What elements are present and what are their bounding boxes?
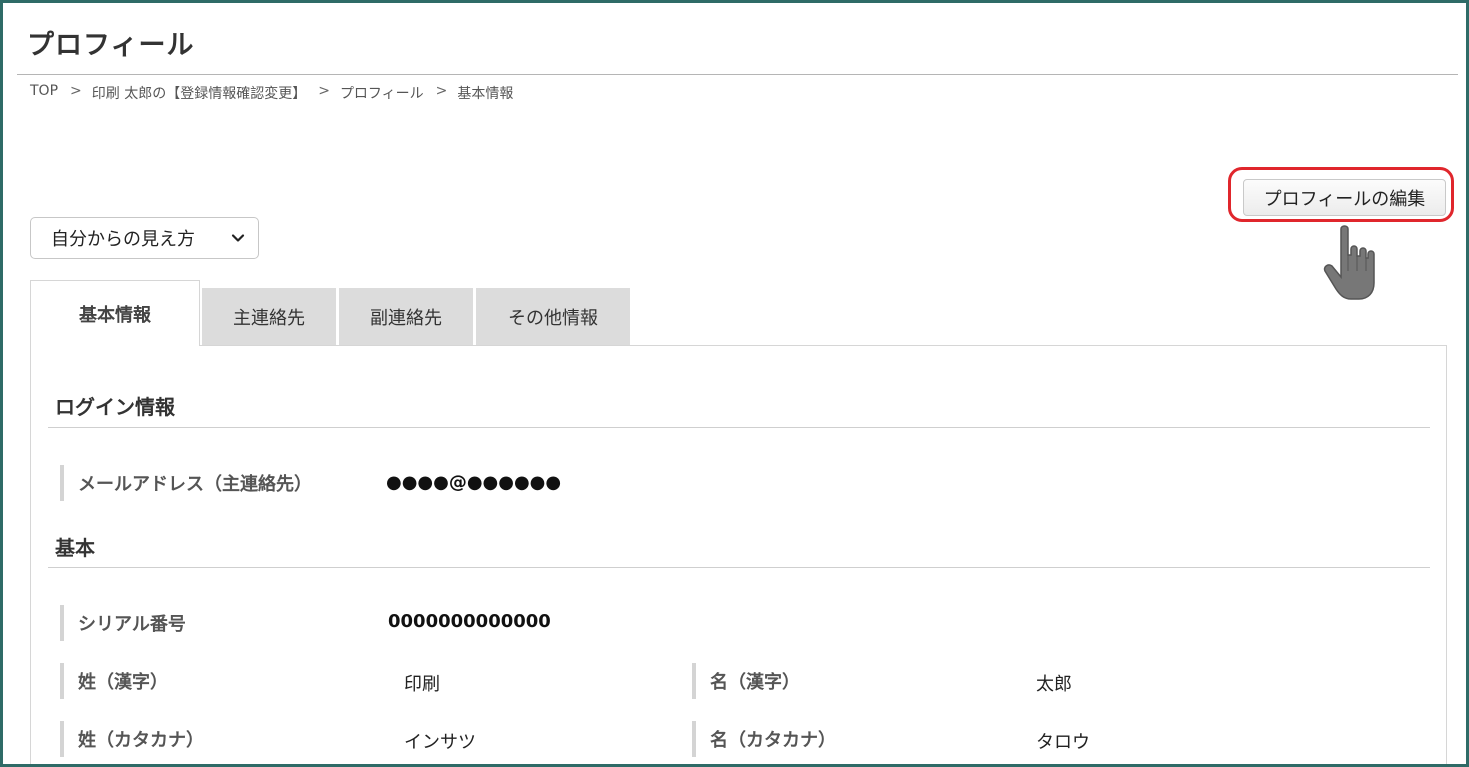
- chevron-down-icon: [231, 234, 245, 242]
- last-name-kana-value: インサツ: [404, 732, 476, 753]
- serial-number-value: 0000000000000: [388, 611, 551, 632]
- view-mode-selected: 自分からの見え方: [51, 229, 195, 250]
- first-name-kanji-label: 名（漢字）: [692, 663, 800, 699]
- breadcrumb-profile[interactable]: プロフィール: [340, 83, 424, 103]
- breadcrumb: TOP > 印刷 太郎の【登録情報確認変更】 > プロフィール > 基本情報: [30, 83, 513, 103]
- breadcrumb-top[interactable]: TOP: [30, 83, 58, 103]
- page-title: プロフィール: [27, 30, 195, 61]
- section-divider: [48, 567, 1430, 568]
- first-name-kana-label: 名（カタカナ）: [692, 721, 836, 757]
- last-name-kanji-value: 印刷: [404, 674, 440, 695]
- breadcrumb-separator: >: [70, 83, 82, 99]
- tab-panel: ログイン情報 メールアドレス（主連絡先） ●●●●@●●●●●● 基本 シリアル…: [30, 345, 1447, 764]
- tab-basic-info[interactable]: 基本情報: [30, 280, 200, 346]
- breadcrumb-current: 基本情報: [457, 86, 514, 102]
- first-name-kana-value: タロウ: [1036, 732, 1090, 753]
- serial-number-label: シリアル番号: [60, 605, 186, 641]
- section-title-basic: 基本: [55, 536, 95, 560]
- tab-secondary-contact[interactable]: 副連絡先: [339, 288, 473, 345]
- email-value: ●●●●@●●●●●●: [386, 472, 562, 493]
- hand-pointer-icon: [1323, 225, 1375, 300]
- page-frame: プロフィール TOP > 印刷 太郎の【登録情報確認変更】 > プロフィール >…: [0, 0, 1469, 767]
- last-name-kanji-label: 姓（漢字）: [60, 663, 168, 699]
- last-name-kana-label: 姓（カタカナ）: [60, 721, 204, 757]
- breadcrumb-account[interactable]: 印刷 太郎の【登録情報確認変更】: [92, 83, 306, 103]
- breadcrumb-separator: >: [318, 83, 330, 99]
- section-title-login: ログイン情報: [55, 395, 175, 419]
- tab-other-info[interactable]: その他情報: [476, 288, 630, 345]
- breadcrumb-separator: >: [435, 83, 448, 99]
- view-mode-select[interactable]: 自分からの見え方: [30, 217, 259, 259]
- tab-primary-contact[interactable]: 主連絡先: [202, 288, 336, 345]
- email-label: メールアドレス（主連絡先）: [60, 465, 312, 501]
- title-divider: [17, 74, 1458, 75]
- section-divider: [48, 427, 1430, 428]
- first-name-kanji-value: 太郎: [1036, 674, 1072, 695]
- edit-profile-button[interactable]: プロフィールの編集: [1243, 179, 1446, 216]
